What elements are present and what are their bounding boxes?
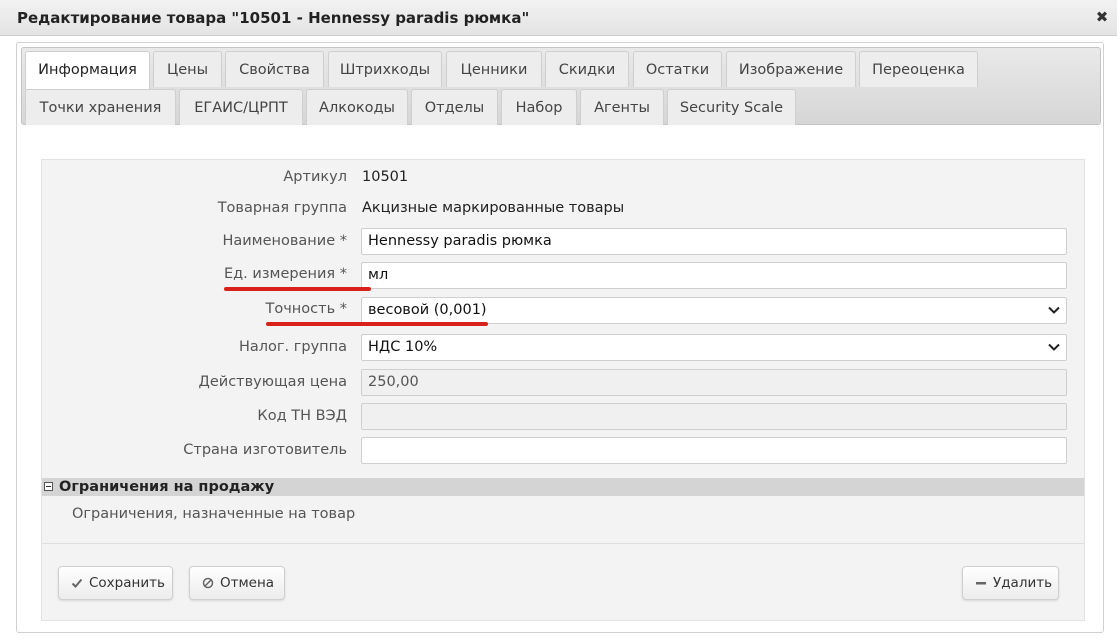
footer-divider: [42, 543, 1084, 544]
tn-ved-label: Код ТН ВЭД: [257, 408, 347, 424]
tax-group-select[interactable]: НДС 10%: [361, 334, 1067, 361]
country-input[interactable]: [361, 437, 1067, 464]
restrictions-section-header: Ограничения на продажу: [42, 478, 1084, 496]
tn-ved-field: [361, 403, 1067, 430]
tab-prices[interactable]: Цены: [153, 51, 222, 87]
tax-group-label: Налог. группа: [238, 339, 347, 355]
chevron-down-icon: [1048, 343, 1060, 351]
tab-set[interactable]: Набор: [501, 89, 577, 125]
annotation-underline-unit: [224, 287, 371, 291]
current-price-field: 250,00: [361, 369, 1067, 396]
restrictions-note: Ограничения, назначенные на товар: [72, 506, 356, 522]
name-label: Наименование *: [222, 233, 347, 249]
minus-icon: [976, 582, 986, 585]
tab-properties[interactable]: Свойства: [225, 51, 324, 87]
precision-select[interactable]: весовой (0,001): [361, 297, 1067, 324]
product-group-value: Акцизные маркированные товары: [362, 200, 625, 216]
tab-image[interactable]: Изображение: [726, 51, 856, 87]
product-form: Артикул 10501 Товарная группа Акцизные м…: [41, 159, 1085, 621]
dialog-title: Редактирование товара "10501 - Hennessy …: [17, 9, 530, 27]
tab-barcodes[interactable]: Штрихкоды: [328, 51, 442, 87]
cancel-button-label: Отмена: [220, 575, 275, 591]
delete-button[interactable]: Удалить: [962, 566, 1059, 600]
product-group-label: Товарная группа: [217, 200, 347, 216]
cancel-icon: [202, 577, 214, 589]
tax-group-select-value: НДС 10%: [368, 339, 438, 355]
tab-egais[interactable]: ЕГАИС/ЦРПТ: [179, 89, 303, 125]
precision-select-value: весовой (0,001): [368, 302, 487, 318]
unit-label: Ед. измерения *: [223, 266, 347, 282]
country-label: Страна изготовитель: [183, 442, 347, 458]
current-price-label: Действующая цена: [198, 374, 347, 390]
collapse-icon[interactable]: [44, 482, 53, 491]
save-button[interactable]: Сохранить: [58, 566, 173, 600]
tab-discounts[interactable]: Скидки: [545, 51, 629, 87]
cancel-button[interactable]: Отмена: [189, 566, 285, 600]
restrictions-title: Ограничения на продажу: [59, 479, 275, 495]
tab-security-scale[interactable]: Security Scale: [667, 89, 796, 125]
annotation-underline-precision: [266, 322, 488, 326]
check-icon: [71, 578, 83, 588]
unit-input[interactable]: мл: [361, 262, 1067, 289]
tab-alcocodes[interactable]: Алкокоды: [306, 89, 408, 125]
chevron-down-icon: [1048, 306, 1060, 314]
tab-information[interactable]: Информация: [25, 51, 150, 89]
precision-label: Точность *: [265, 301, 347, 317]
article-value: 10501: [362, 169, 409, 185]
tab-bar: Информация Цены Свойства Штрихкоды Ценни…: [21, 47, 1101, 125]
article-label: Артикул: [283, 169, 347, 185]
tab-revaluation[interactable]: Переоценка: [859, 51, 978, 87]
save-button-label: Сохранить: [89, 575, 165, 591]
tab-storage-points[interactable]: Точки хранения: [25, 89, 176, 125]
tab-price-tags[interactable]: Ценники: [446, 51, 542, 87]
name-input[interactable]: Hennessy paradis рюмка: [361, 228, 1067, 255]
dialog-body: Информация Цены Свойства Штрихкоды Ценни…: [16, 42, 1104, 633]
delete-button-label: Удалить: [993, 575, 1053, 591]
close-icon[interactable]: ✖: [1095, 8, 1109, 26]
tab-stock[interactable]: Остатки: [633, 51, 722, 87]
dialog-titlebar: Редактирование товара "10501 - Hennessy …: [0, 0, 1117, 36]
tab-agents[interactable]: Агенты: [580, 89, 664, 125]
tab-departments[interactable]: Отделы: [411, 89, 498, 125]
